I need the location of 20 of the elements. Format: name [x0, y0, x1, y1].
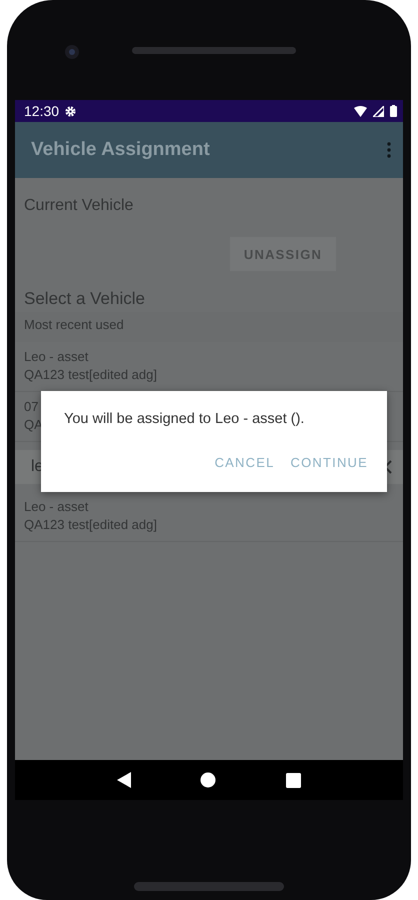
app-title: Vehicle Assignment [31, 139, 210, 161]
signal-icon [373, 106, 384, 116]
vehicle-detail: QA123 test[edited adg] [24, 367, 157, 382]
vehicle-name[interactable]: Leo - asset [24, 349, 88, 364]
battery-icon [390, 105, 397, 117]
wifi-icon [354, 106, 367, 116]
vehicle-name[interactable]: Leo - asset [24, 499, 88, 514]
vehicle-detail: QA123 test[edited adg] [24, 517, 157, 532]
dialog-button[interactable]: CANCEL [200, 451, 274, 474]
dialog-button[interactable]: CONTINUE [276, 451, 368, 474]
home-icon[interactable] [200, 772, 216, 788]
clock: 12:30 [24, 103, 60, 119]
back-icon[interactable] [116, 772, 131, 788]
recents-icon[interactable] [286, 772, 302, 788]
section-heading: Current Vehicle [23, 196, 134, 215]
camera-icon [64, 44, 80, 60]
section-heading: Select a Vehicle [23, 288, 146, 309]
vehicle-name[interactable]: 07 [24, 399, 38, 414]
gear-icon [65, 106, 76, 116]
dialog-message: You will be assigned to Leo - asset (). [64, 411, 306, 427]
